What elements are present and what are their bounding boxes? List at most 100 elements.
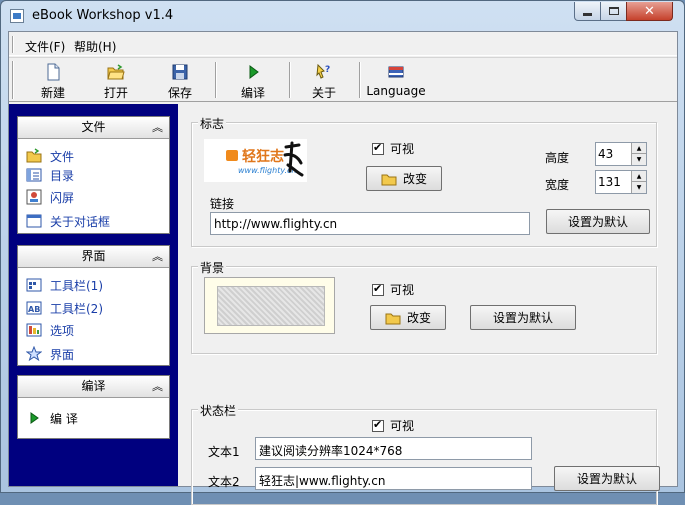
logo-visible-checkbox[interactable]: 可视 xyxy=(372,140,414,157)
sidebar-item-label: 选项 xyxy=(50,323,75,338)
catalog-icon xyxy=(26,168,42,182)
about-button[interactable]: ? 关于 xyxy=(307,61,341,101)
panel-compile: 编译 ︽ 编 译 xyxy=(17,375,170,439)
logo-change-button[interactable]: 改变 xyxy=(366,166,442,191)
logo-mark-icon xyxy=(226,150,238,161)
calligraphy-glyph xyxy=(282,141,304,179)
language-button-label: Language xyxy=(366,84,426,98)
minimize-button[interactable] xyxy=(574,2,601,21)
spin-down-icon[interactable]: ▼ xyxy=(632,154,646,165)
logo-change-label: 改变 xyxy=(402,172,427,186)
spin-up-icon[interactable]: ▲ xyxy=(632,143,646,154)
height-spinner[interactable]: 43 ▲ ▼ xyxy=(595,142,647,166)
open-folder-icon xyxy=(381,174,397,185)
window-title: eBook Workshop v1.4 xyxy=(32,8,174,23)
menu-grip[interactable] xyxy=(12,36,14,53)
background-group-title: 背景 xyxy=(198,259,227,276)
new-button[interactable]: 新建 xyxy=(34,61,72,101)
link-label: 链接 xyxy=(210,197,235,211)
logo-text: 轻狂志 xyxy=(242,149,284,165)
sidebar-item-about-dialog[interactable]: 关于对话框 xyxy=(26,212,110,230)
menu-bar: 文件(F) 帮助(H) xyxy=(9,32,677,56)
background-visible-checkbox[interactable]: 可视 xyxy=(372,281,414,298)
open-folder-icon xyxy=(107,64,125,80)
spinner-arrows[interactable]: ▲ ▼ xyxy=(631,143,646,165)
menu-file[interactable]: 文件(F) xyxy=(25,38,65,55)
app-window: eBook Workshop v1.4 ✕ 文件(F) 帮助(H) 新建 打开 xyxy=(0,0,685,505)
compile-button[interactable]: 编译 xyxy=(236,61,270,101)
compile-button-label: 编译 xyxy=(240,86,265,100)
panel-file-title: 文件 xyxy=(81,120,106,134)
toolbar: 新建 打开 保存 编译 ? 关于 Language xyxy=(9,57,677,102)
width-spinner[interactable]: 131 ▲ ▼ xyxy=(595,170,647,194)
sidebar-item-file[interactable]: 文件 xyxy=(26,147,74,165)
toolbar-ab-icon: AB xyxy=(26,301,42,315)
sidebar-item-label: 闪屏 xyxy=(50,190,75,205)
background-visible-label: 可视 xyxy=(390,283,415,297)
svg-text:?: ? xyxy=(325,65,330,75)
splash-icon xyxy=(26,189,42,205)
height-label: 高度 xyxy=(545,151,570,165)
checkbox-check-icon xyxy=(372,418,384,432)
checkbox-check-icon xyxy=(372,141,384,155)
background-default-button[interactable]: 设置为默认 xyxy=(470,305,576,330)
sidebar-item-toolbar1[interactable]: 工具栏(1) xyxy=(26,276,103,294)
logo-visible-label: 可视 xyxy=(390,142,415,156)
sidebar: 文件 ︽ 文件 目录 闪屏 关于对话框 界面 ︽ 工具栏(1) AB 工具栏(2… xyxy=(9,104,178,486)
open-button-label: 打开 xyxy=(103,86,128,100)
collapse-chevron-icon[interactable]: ︽ xyxy=(152,117,163,138)
spin-down-icon[interactable]: ▼ xyxy=(632,182,646,193)
maximize-button[interactable] xyxy=(600,2,627,21)
sidebar-item-label: 文件 xyxy=(50,149,75,164)
text2-label: 文本2 xyxy=(208,475,240,489)
about-button-label: 关于 xyxy=(311,86,336,100)
text1-label: 文本1 xyxy=(208,445,240,459)
background-preview xyxy=(204,277,335,334)
text2-input[interactable]: 轻狂志|www.flighty.cn xyxy=(255,467,532,490)
toolbar-separator xyxy=(215,62,217,98)
title-bar[interactable]: eBook Workshop v1.4 ✕ xyxy=(1,1,684,31)
background-change-button[interactable]: 改变 xyxy=(370,305,446,330)
toolbar-grip[interactable] xyxy=(12,61,14,99)
sidebar-item-label: 关于对话框 xyxy=(50,214,111,229)
collapse-chevron-icon[interactable]: ︽ xyxy=(152,376,163,397)
sidebar-item-toolbar2[interactable]: AB 工具栏(2) xyxy=(26,299,103,317)
options-icon xyxy=(26,323,42,337)
sidebar-item-label: 目录 xyxy=(50,168,75,183)
width-label: 宽度 xyxy=(545,178,570,192)
language-button[interactable]: Language xyxy=(365,61,427,101)
link-input[interactable]: http://www.flighty.cn xyxy=(210,212,530,235)
spin-up-icon[interactable]: ▲ xyxy=(632,171,646,182)
close-button[interactable]: ✕ xyxy=(626,2,673,21)
spinner-arrows[interactable]: ▲ ▼ xyxy=(631,171,646,193)
save-button[interactable]: 保存 xyxy=(163,61,197,101)
panel-file: 文件 ︽ 文件 目录 闪屏 关于对话框 xyxy=(17,116,170,234)
menu-help[interactable]: 帮助(H) xyxy=(74,38,116,55)
sidebar-item-compile[interactable]: 编 译 xyxy=(26,409,78,427)
play-arrow-icon xyxy=(249,65,259,79)
sidebar-item-splash[interactable]: 闪屏 xyxy=(26,188,74,206)
collapse-chevron-icon[interactable]: ︽ xyxy=(152,246,163,267)
minimize-icon xyxy=(583,12,592,16)
sidebar-item-options[interactable]: 选项 xyxy=(26,321,74,339)
panel-interface-header[interactable]: 界面 ︽ xyxy=(18,246,169,268)
sidebar-item-catalog[interactable]: 目录 xyxy=(26,166,74,184)
background-group: 背景 可视 改变 设置为默认 xyxy=(191,259,657,354)
status-default-button[interactable]: 设置为默认 xyxy=(554,466,660,491)
close-icon: ✕ xyxy=(644,3,655,19)
logo-group: 标志 轻狂志 www.flighty.cn 可视 改变 xyxy=(191,115,657,247)
panel-file-header[interactable]: 文件 ︽ xyxy=(18,117,169,139)
panel-compile-header[interactable]: 编译 ︽ xyxy=(18,376,169,398)
text1-input[interactable]: 建议阅读分辨率1024*768 xyxy=(255,437,532,460)
folder-icon xyxy=(26,148,42,163)
checkbox-check-icon xyxy=(372,282,384,296)
open-button[interactable]: 打开 xyxy=(99,61,133,101)
save-disk-icon xyxy=(172,64,188,80)
help-pointer-icon: ? xyxy=(316,63,330,79)
logo-default-button[interactable]: 设置为默认 xyxy=(546,209,650,234)
background-texture xyxy=(217,286,325,326)
sidebar-item-interface[interactable]: 界面 xyxy=(26,345,74,363)
toolbar-separator xyxy=(359,62,361,98)
open-folder-icon xyxy=(385,313,401,324)
status-visible-checkbox[interactable]: 可视 xyxy=(372,417,414,434)
